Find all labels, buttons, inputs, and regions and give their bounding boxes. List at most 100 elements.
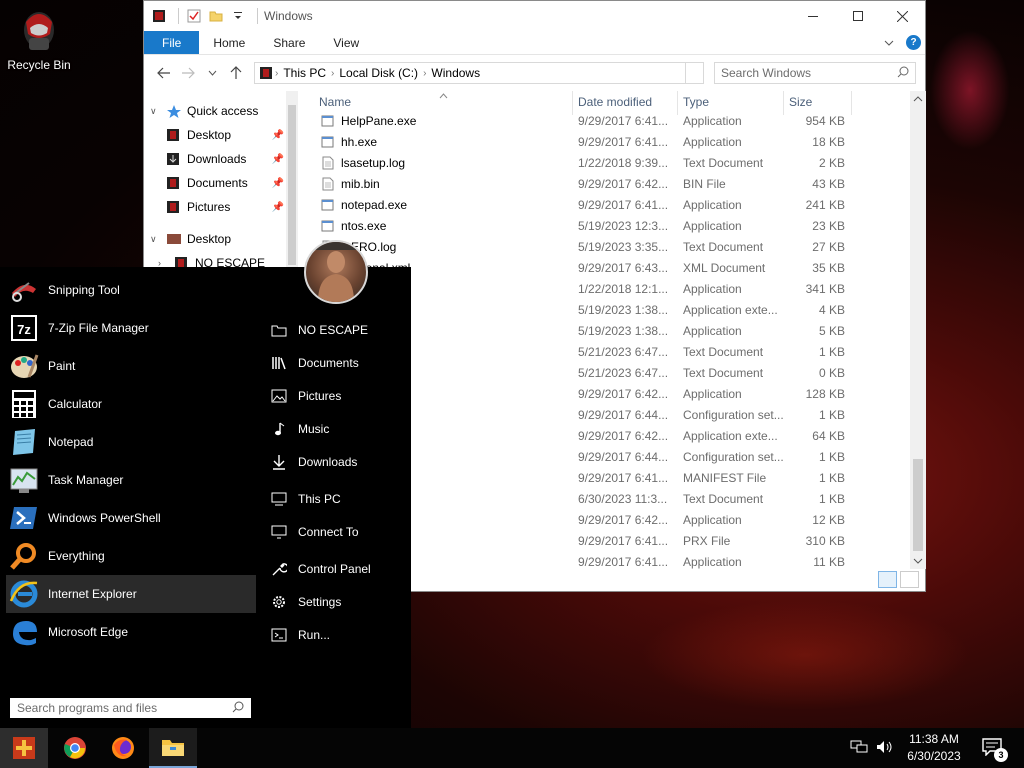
start-button[interactable] — [0, 728, 48, 768]
table-row[interactable]: HelpPane.exe 9/29/2017 6:41... Application… — [299, 111, 911, 132]
file-date: 9/29/2017 6:44... — [578, 408, 669, 422]
search-icon — [232, 701, 244, 716]
start-program-notepad[interactable]: Notepad — [6, 423, 256, 461]
start-link-music[interactable]: Music — [270, 418, 329, 440]
pin-icon[interactable]: 📌 — [272, 154, 284, 165]
start-program-everything[interactable]: Everything — [6, 537, 256, 575]
file-size: 128 KB — [805, 387, 845, 401]
start-program-microsoft-edge[interactable]: Microsoft Edge — [6, 613, 256, 651]
taskbar-file-explorer[interactable] — [149, 728, 197, 768]
forward-button[interactable] — [176, 61, 200, 85]
chevron-right-icon: › — [423, 67, 427, 79]
file-size: 954 KB — [805, 114, 845, 128]
expand-ribbon-icon[interactable] — [884, 36, 894, 50]
column-header-name[interactable]: Name — [319, 95, 351, 109]
start-link-connect-to[interactable]: Connect To — [270, 521, 359, 543]
start-program-task-manager[interactable]: Task Manager — [6, 461, 256, 499]
divider — [178, 8, 179, 24]
file-size: 64 KB — [812, 429, 845, 443]
large-icons-view-button[interactable] — [900, 571, 919, 588]
start-search-input[interactable]: Search programs and files — [10, 698, 251, 718]
column-header-size[interactable]: Size — [789, 95, 812, 109]
file-list-scrollbar[interactable] — [910, 91, 926, 569]
start-link-documents[interactable]: Documents — [270, 352, 359, 374]
pin-icon[interactable]: 📌 — [272, 130, 284, 141]
start-link-no-escape[interactable]: NO ESCAPE — [270, 319, 368, 341]
close-button[interactable] — [880, 1, 925, 31]
breadcrumb-windows[interactable]: Windows — [431, 66, 480, 80]
file-date: 9/29/2017 6:41... — [578, 555, 669, 569]
table-row[interactable]: mib.bin 9/29/2017 6:42... BIN File 43 KB — [299, 174, 911, 195]
breadcrumb-local-disk[interactable]: Local Disk (C:) — [339, 66, 418, 80]
network-icon[interactable] — [850, 740, 868, 757]
app-icon[interactable] — [150, 7, 168, 25]
nav-scrollbar[interactable] — [286, 91, 298, 271]
back-button[interactable] — [152, 61, 176, 85]
start-link-settings[interactable]: Settings — [270, 591, 341, 613]
taskbar-chrome[interactable] — [51, 728, 99, 768]
nav-item-desktop[interactable]: Desktop 📌 — [162, 124, 284, 146]
table-row[interactable]: notepad.exe 9/29/2017 6:41... Application 2… — [299, 195, 911, 216]
search-placeholder: Search Windows — [721, 66, 812, 80]
nav-item-downloads[interactable]: Downloads 📌 — [162, 148, 284, 170]
table-row[interactable]: ntos.exe 5/19/2023 12:3... Application 23 K… — [299, 216, 911, 237]
start-program-paint[interactable]: Paint — [6, 347, 256, 385]
clock[interactable]: 11:38 AM 6/30/2023 — [898, 731, 970, 765]
minimize-button[interactable] — [790, 1, 835, 31]
nav-item-documents[interactable]: Documents 📌 — [162, 172, 284, 194]
start-link-this-pc[interactable]: This PC — [270, 488, 341, 510]
address-dropdown-button[interactable] — [686, 62, 704, 84]
scrollbar-thumb[interactable] — [913, 459, 923, 551]
downloads-folder-icon — [166, 152, 182, 166]
start-link-control-panel[interactable]: Control Panel — [270, 558, 371, 580]
pin-icon[interactable]: 📌 — [272, 178, 284, 189]
start-program-snipping-tool[interactable]: Snipping Tool — [6, 271, 256, 309]
application-icon — [321, 198, 334, 212]
column-header-type[interactable]: Type — [683, 95, 709, 109]
start-program-internet-explorer[interactable]: Internet Explorer — [6, 575, 256, 613]
user-avatar[interactable] — [304, 240, 368, 304]
table-row[interactable]: ...ERO.log 5/19/2023 3:35... Text Document… — [299, 237, 911, 258]
scrollbar-thumb[interactable] — [288, 105, 296, 265]
search-icon — [897, 66, 909, 81]
column-header-date[interactable]: Date modified — [578, 95, 652, 109]
new-folder-icon[interactable] — [207, 7, 225, 25]
start-program-windows-powershell[interactable]: Windows PowerShell — [6, 499, 256, 537]
file-type: Application — [683, 198, 742, 212]
properties-icon[interactable] — [185, 7, 203, 25]
table-row[interactable]: hh.exe 9/29/2017 6:41... Application 18 KB — [299, 132, 911, 153]
tab-home[interactable]: Home — [199, 31, 259, 54]
start-link-pictures[interactable]: Pictures — [270, 385, 341, 407]
details-view-button[interactable] — [878, 571, 897, 588]
search-input[interactable]: Search Windows — [714, 62, 916, 84]
address-bar[interactable]: › This PC › Local Disk (C:) › Windows — [254, 62, 686, 84]
up-button[interactable] — [224, 61, 248, 85]
breadcrumb-this-pc[interactable]: This PC — [283, 66, 326, 80]
pin-icon[interactable]: 📌 — [272, 202, 284, 213]
powershell-icon — [8, 502, 40, 534]
tab-view[interactable]: View — [319, 31, 373, 54]
tab-share[interactable]: Share — [259, 31, 319, 54]
start-program-7-zip-file-manager[interactable]: 7z 7-Zip File Manager — [6, 309, 256, 347]
nav-item-pictures[interactable]: Pictures 📌 — [162, 196, 284, 218]
volume-icon[interactable] — [876, 740, 894, 757]
action-center-button[interactable]: 3 — [982, 738, 1008, 762]
file-date: 9/29/2017 6:42... — [578, 429, 669, 443]
file-date: 9/29/2017 6:44... — [578, 450, 669, 464]
start-link-downloads[interactable]: Downloads — [270, 451, 357, 473]
start-link-run[interactable]: Run... — [270, 624, 330, 646]
help-icon[interactable]: ? — [906, 35, 921, 50]
customize-toolbar-icon[interactable] — [229, 7, 247, 25]
file-date: 9/29/2017 6:42... — [578, 513, 669, 527]
recent-locations-icon[interactable] — [200, 61, 224, 85]
nav-quick-access[interactable]: ∨ Quick access — [150, 100, 258, 122]
maximize-button[interactable] — [835, 1, 880, 31]
taskbar-firefox[interactable] — [99, 728, 147, 768]
start-program-calculator[interactable]: Calculator — [6, 385, 256, 423]
recycle-bin-desktop-icon[interactable]: Recycle Bin — [4, 8, 74, 72]
table-row[interactable]: lsasetup.log 1/22/2018 9:39... Text Docume… — [299, 153, 911, 174]
location-icon — [260, 67, 272, 79]
tab-file[interactable]: File — [144, 31, 200, 54]
file-explorer-icon — [162, 740, 184, 756]
nav-item-desktop-root[interactable]: ∨ Desktop — [150, 228, 231, 250]
